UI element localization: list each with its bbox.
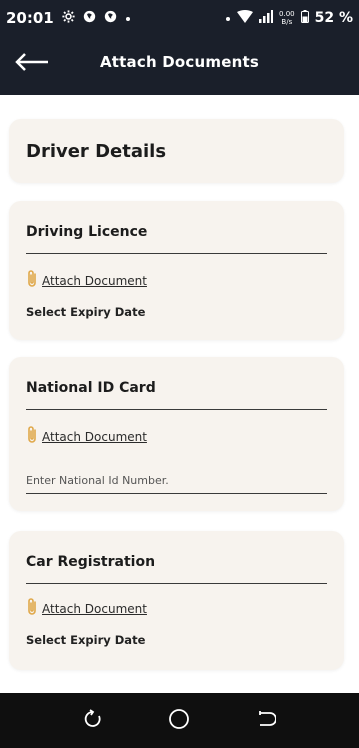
- back-nav-button[interactable]: [251, 706, 281, 736]
- wifi-icon: [237, 9, 254, 27]
- status-time: 20:01: [6, 9, 54, 27]
- attach-document-button[interactable]: Attach Document: [26, 425, 147, 449]
- car-registration-title: Car Registration: [26, 554, 156, 570]
- driving-licence-card: Driving Licence Attach Document Select E…: [9, 201, 344, 340]
- attach-document-button[interactable]: Attach Document: [26, 269, 147, 293]
- national-id-title: National ID Card: [26, 380, 156, 396]
- net-speed: 0.00 B/s: [279, 10, 295, 26]
- dot-icon: [225, 10, 231, 26]
- main-content: Driver Details Driving Licence Attach Do…: [0, 95, 359, 693]
- status-notification-icons: [62, 9, 131, 27]
- back-nav-icon: [256, 709, 277, 733]
- status-right-icons: 0.00 B/s 52 %: [225, 9, 353, 27]
- gear-icon: [62, 9, 75, 27]
- home-button[interactable]: [164, 706, 194, 736]
- select-expiry-date[interactable]: Select Expiry Date: [26, 305, 145, 319]
- national-id-card: National ID Card Attach Document: [9, 357, 344, 511]
- attach-document-label: Attach Document: [42, 274, 147, 288]
- paperclip-icon: [26, 425, 38, 449]
- home-circle-icon: [168, 708, 190, 734]
- net-speed-unit: B/s: [281, 18, 293, 26]
- recent-apps-button[interactable]: [78, 706, 108, 736]
- divider: [26, 583, 327, 584]
- paperclip-icon: [26, 597, 38, 621]
- attach-document-label: Attach Document: [42, 430, 147, 444]
- select-expiry-date[interactable]: Select Expiry Date: [26, 633, 145, 647]
- attach-document-label: Attach Document: [42, 602, 147, 616]
- car-registration-card: Car Registration Attach Document Select …: [9, 531, 344, 670]
- status-bar: 20:01 0.00 B/s 52 %: [0, 0, 359, 36]
- driving-licence-title: Driving Licence: [26, 224, 148, 240]
- battery-percent: 52 %: [314, 10, 353, 26]
- app-bar: Attach Documents: [0, 36, 359, 95]
- page-title: Attach Documents: [100, 53, 259, 71]
- attach-document-button[interactable]: Attach Document: [26, 597, 147, 621]
- paperclip-icon: [26, 269, 38, 293]
- signal-icon: [259, 9, 274, 27]
- notification-icon: [83, 10, 96, 27]
- battery-icon: [300, 9, 309, 27]
- national-id-number-input[interactable]: [26, 468, 327, 494]
- driver-details-title: Driver Details: [26, 141, 167, 162]
- divider: [26, 253, 327, 254]
- dot-icon: [125, 10, 131, 26]
- notification-icon: [104, 10, 117, 27]
- system-nav-bar: [0, 693, 359, 748]
- recent-apps-icon: [83, 708, 103, 733]
- divider: [26, 409, 327, 410]
- net-speed-value: 0.00: [279, 10, 295, 18]
- driver-details-card: Driver Details: [9, 119, 344, 183]
